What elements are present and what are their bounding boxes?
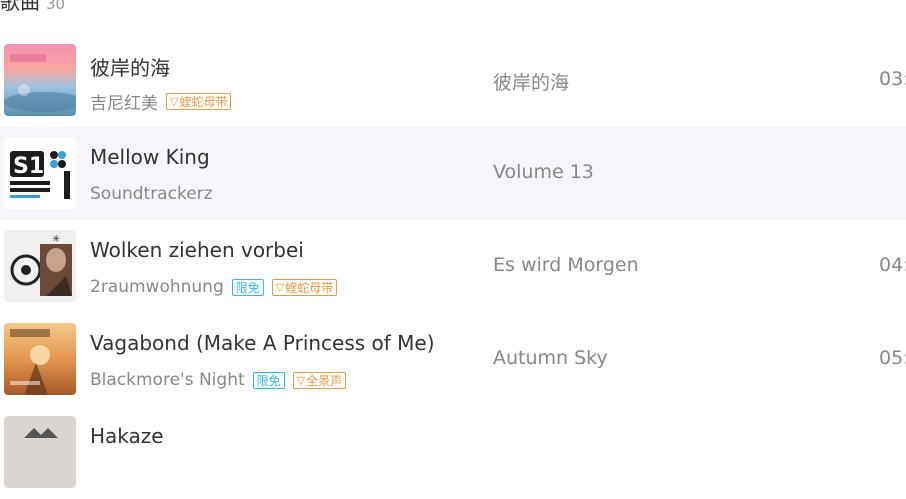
album-name[interactable]: Volume 13	[493, 161, 594, 183]
album-name[interactable]: Es wird Morgen	[493, 254, 639, 276]
song-row[interactable]: ✳ Wolken ziehen vorbei 2raumwohnung 限免 ▽…	[0, 220, 906, 313]
v-icon: ▽	[296, 373, 306, 387]
artist-name[interactable]: 吉尼红美	[90, 89, 158, 114]
album-cover[interactable]	[4, 44, 76, 116]
artist-name[interactable]: Blackmore's Night	[90, 370, 245, 390]
section-title: 歌曲	[0, 0, 40, 14]
album-cover[interactable]: S1	[4, 137, 76, 209]
quality-badge: ▽ 蝰蛇母带	[271, 278, 338, 296]
song-title[interactable]: Mellow King	[90, 145, 210, 169]
song-list: 彼岸的海 吉尼红美 ▽蝰蛇母带 彼岸的海 03: S1 Mellow	[0, 34, 906, 499]
song-meta: Blackmore's Night 限免 ▽ 全景声	[90, 368, 347, 392]
song-meta: 2raumwohnung 限免 ▽ 蝰蛇母带	[90, 275, 338, 299]
album-name[interactable]: 彼岸的海	[493, 68, 569, 95]
duration: 05:	[879, 347, 906, 369]
album-cover[interactable]	[4, 323, 76, 395]
song-row[interactable]: 彼岸的海 吉尼红美 ▽蝰蛇母带 彼岸的海 03:	[0, 34, 906, 127]
song-title[interactable]: 彼岸的海	[90, 52, 170, 81]
song-title[interactable]: Wolken ziehen vorbei	[90, 238, 304, 262]
song-row[interactable]: Vagabond (Make A Princess of Me) Blackmo…	[0, 313, 906, 406]
duration: 03:	[879, 68, 906, 90]
artist-name[interactable]: Soundtrackerz	[90, 184, 213, 204]
v-icon: ▽	[275, 280, 285, 294]
album-name[interactable]: Autumn Sky	[493, 347, 608, 369]
limited-free-badge: 限免	[231, 278, 264, 296]
svg-text:✳: ✳	[52, 234, 60, 245]
section-header: 歌曲 30	[0, 0, 65, 16]
section-count: 30	[46, 0, 66, 13]
quality-badge-label: 蝰蛇母带	[179, 94, 228, 109]
v-icon: ▽	[170, 94, 179, 108]
quality-badge: ▽ 蝰蛇母带	[166, 92, 232, 110]
song-title[interactable]: Vagabond (Make A Princess of Me)	[90, 331, 435, 355]
album-cover[interactable]	[4, 416, 76, 488]
song-row[interactable]: Hakaze	[0, 406, 906, 499]
quality-badge-label: 蝰蛇母带	[285, 280, 334, 295]
duration: 04:	[879, 254, 906, 276]
song-title[interactable]: Hakaze	[90, 424, 164, 448]
quality-badge-label: 全景声	[306, 373, 343, 388]
song-meta: Soundtrackerz	[90, 182, 213, 206]
artist-name[interactable]: 2raumwohnung	[90, 277, 224, 297]
song-row[interactable]: S1 Mellow King Soundtrackerz Volume 13	[0, 127, 906, 220]
quality-badge: ▽ 全景声	[292, 371, 347, 389]
song-meta: 吉尼红美 ▽ 蝰蛇母带	[90, 89, 232, 114]
album-cover[interactable]: ✳	[4, 230, 76, 302]
svg-text:S1: S1	[13, 154, 44, 179]
limited-free-badge: 限免	[252, 371, 285, 389]
